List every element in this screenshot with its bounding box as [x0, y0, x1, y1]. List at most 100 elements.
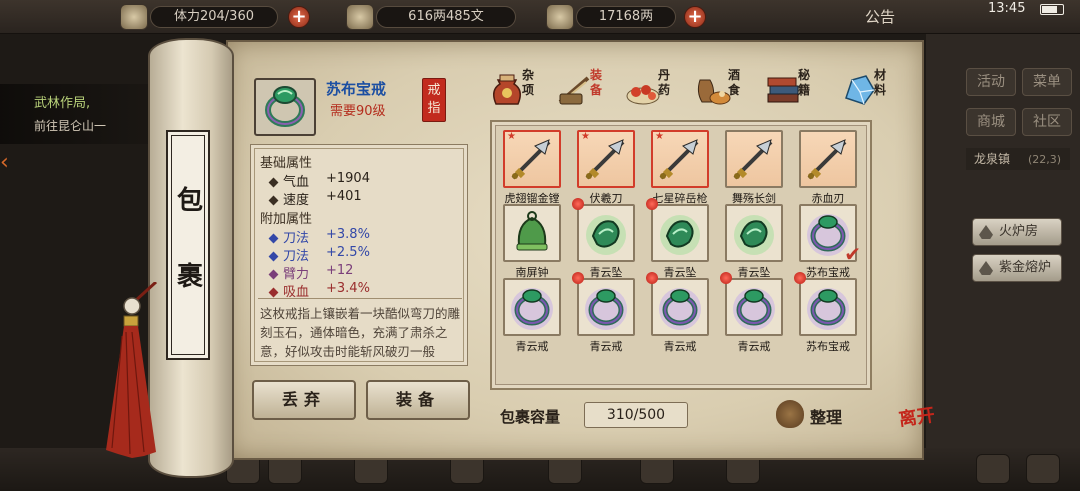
tassel-icon — [106, 282, 158, 458]
gold-counter: 17168两 — [576, 6, 676, 28]
item-description: 这枚戒指上镶嵌着一块酷似弯刀的雕刻玉石，通体暗色，充满了肃杀之意，好似攻击时能斩… — [260, 306, 461, 359]
tab-equipment[interactable]: 装备 — [556, 68, 626, 112]
inventory-slot[interactable] — [503, 278, 561, 336]
blade-icon — [801, 132, 855, 190]
inventory-slot[interactable] — [572, 272, 635, 336]
equip-button[interactable]: 装备 — [366, 380, 470, 420]
tab-materials-label: 材料 — [874, 68, 887, 97]
extra-stats-header: 附加属性 — [260, 212, 313, 227]
house-icon — [979, 225, 993, 239]
community-button[interactable]: 社区 — [1022, 108, 1072, 136]
battery-icon — [1040, 4, 1064, 15]
money-counter: 616两485文 — [376, 6, 516, 28]
top-bar: 体力204/360 + 616两485文 17168两 + 公告 13:45 — [0, 0, 1080, 34]
furnace-room-button[interactable]: 火炉房 — [972, 218, 1062, 246]
tab-materials[interactable]: 材料 — [840, 68, 910, 112]
selected-item-thumbnail — [254, 78, 316, 136]
inventory-slot[interactable] — [646, 198, 709, 264]
inventory-slot[interactable] — [799, 130, 857, 188]
ring-icon — [505, 280, 559, 338]
extra-stat-row: 刀法 +2.5% — [268, 245, 370, 264]
item-type-tag: 戒指 — [422, 78, 446, 122]
discard-button[interactable]: 丢弃 — [252, 380, 356, 420]
location-label: 龙泉镇 (22,3) — [966, 148, 1070, 170]
new-item-dot — [646, 198, 658, 210]
inventory-slot[interactable] — [503, 204, 561, 262]
base-stats-header: 基础属性 — [260, 156, 313, 171]
tab-manuals[interactable]: 秘籍 — [764, 68, 834, 112]
purple-gold-furnace-button[interactable]: 紫金熔炉 — [972, 254, 1062, 282]
new-item-dot — [572, 198, 584, 210]
menu-button[interactable]: 菜单 — [1022, 68, 1072, 96]
quest-tracker[interactable]: 武林作局, 前往昆仑山一 — [0, 84, 150, 144]
bottom-nav-item[interactable] — [1026, 454, 1060, 484]
capacity-label: 包裹容量 — [500, 408, 561, 426]
slot-item-name: 青云戒 — [515, 340, 549, 353]
slot-item-name: 青云戒 — [663, 340, 697, 353]
inventory-slot[interactable]: ★ — [503, 130, 561, 188]
tab-pills[interactable]: 丹药 — [624, 68, 694, 112]
purple-gold-furnace-label: 紫金熔炉 — [999, 260, 1052, 275]
inventory-slot[interactable] — [725, 130, 783, 188]
house-icon — [979, 261, 993, 275]
extra-stat-row: 刀法 +3.8% — [268, 227, 370, 246]
pills-icon — [626, 85, 660, 105]
chevron-left-icon[interactable]: ‹ — [0, 150, 9, 175]
sort-label: 整理 — [810, 408, 843, 427]
new-item-dot — [720, 272, 732, 284]
add-gold-button[interactable]: + — [684, 6, 706, 28]
quest-title: 武林作局, — [34, 96, 91, 111]
stat-value: +401 — [326, 189, 362, 204]
stat-value: +1904 — [326, 171, 370, 186]
money-bag-icon — [776, 400, 804, 428]
extra-stat-row: 臂力 +12 — [268, 263, 353, 282]
notice-button[interactable]: 公告 — [850, 5, 910, 29]
tab-equipment-label: 装备 — [590, 68, 603, 97]
books-icon — [767, 77, 799, 103]
furnace-room-label: 火炉房 — [999, 224, 1039, 239]
location-coord: (22,3) — [1028, 153, 1062, 166]
inventory-slot[interactable]: ★ — [577, 130, 635, 188]
slot-item-name: 苏布宝戒 — [806, 340, 850, 353]
tab-misc-label: 杂项 — [522, 68, 535, 97]
activity-button[interactable]: 活动 — [966, 68, 1016, 96]
slot-item-name: 青云戒 — [737, 340, 771, 353]
tab-wine-food[interactable]: 酒食 — [694, 68, 764, 112]
new-item-dot — [572, 272, 584, 284]
clock: 13:45 — [988, 1, 1026, 16]
item-name: 苏布宝戒 — [326, 80, 387, 98]
equipment-icon — [558, 76, 590, 105]
inventory-slot[interactable] — [720, 272, 783, 336]
stamina-counter: 体力204/360 — [150, 6, 278, 28]
stat-name: 气血 — [283, 175, 310, 190]
stat-name: 臂力 — [283, 267, 310, 282]
jade-pendant-icon — [727, 206, 781, 264]
jade-pendant-icon — [653, 206, 707, 264]
bell-icon — [505, 206, 559, 264]
tab-misc[interactable]: 杂项 — [488, 68, 558, 112]
add-stamina-button[interactable]: + — [288, 6, 310, 28]
inventory-slot[interactable] — [646, 272, 709, 336]
stat-name: 刀法 — [283, 231, 310, 246]
star-icon: ★ — [655, 131, 664, 142]
leave-button[interactable]: 离开 — [893, 405, 946, 461]
inventory-slot[interactable]: ★ — [651, 130, 709, 188]
inventory-slot[interactable]: ✔ — [799, 204, 861, 266]
sort-button[interactable]: 整理 — [776, 400, 856, 430]
long-sword-icon — [727, 132, 781, 190]
bottom-nav-item[interactable] — [976, 454, 1010, 484]
quest-description: 前往昆仑山一 — [34, 119, 107, 133]
stamina-icon — [120, 4, 148, 30]
location-name: 龙泉镇 — [974, 152, 1011, 166]
tab-pills-label: 丹药 — [658, 68, 671, 97]
item-level-requirement: 需要90级 — [330, 104, 386, 119]
stat-value: +2.5% — [326, 245, 370, 260]
inventory-slot[interactable] — [794, 272, 857, 336]
gold-ingot-icon — [546, 4, 574, 30]
inventory-slot[interactable] — [572, 198, 635, 262]
star-icon: ★ — [581, 131, 590, 142]
shop-button[interactable]: 商城 — [966, 108, 1016, 136]
base-stat-row: 速度 +401 — [268, 189, 362, 208]
ring-icon — [265, 86, 305, 127]
inventory-slot[interactable] — [725, 204, 783, 262]
